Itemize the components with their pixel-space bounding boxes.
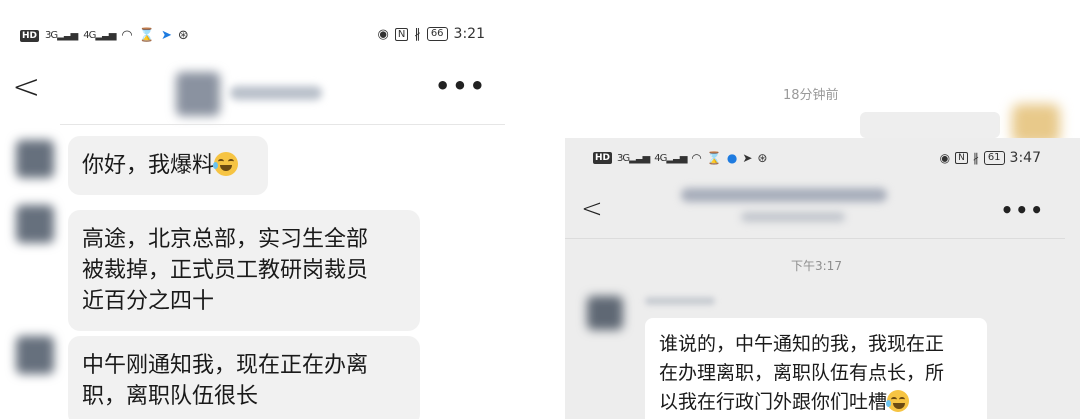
location-icon: ➤ bbox=[742, 151, 753, 165]
message-text-line: 以我在行政门外跟你们吐槽 bbox=[659, 391, 888, 413]
sender-avatar bbox=[16, 140, 54, 178]
hand-icon: ⊛ bbox=[177, 28, 189, 43]
eye-icon: ◉ bbox=[377, 26, 389, 42]
contact-avatar[interactable] bbox=[176, 72, 220, 116]
wifi-icon: ◠ bbox=[121, 28, 133, 43]
sender-avatar bbox=[587, 296, 623, 330]
app-notification-icon: ● bbox=[726, 151, 738, 165]
nfc-icon: N bbox=[394, 27, 409, 41]
location-icon: ➤ bbox=[160, 28, 172, 43]
status-bar: HD 3G▂▃▅ 4G▂▃▅ ◠ ⌛ ➤ ⊛ ◉ N ∦ 66 3:21 bbox=[0, 22, 505, 52]
outgoing-message-bubble-blurred[interactable] bbox=[860, 112, 1000, 138]
back-button[interactable]: < bbox=[12, 70, 41, 104]
sender-avatar bbox=[16, 336, 54, 374]
signal-4g-icon: 4G▂▃▅ bbox=[654, 152, 687, 164]
message-text-line: 谁说的，中午通知的我，我现在正 bbox=[659, 333, 945, 355]
chat-header: < ••• bbox=[0, 62, 505, 120]
signal-3g-icon: 3G▂▃▅ bbox=[45, 30, 78, 41]
battery-indicator: 66 bbox=[426, 27, 448, 41]
signal-3g-icon: 3G▂▃▅ bbox=[617, 152, 650, 164]
hourglass-icon: ⌛ bbox=[706, 151, 722, 165]
message-timestamp: 18分钟前 bbox=[783, 88, 839, 103]
sender-name-blurred bbox=[645, 297, 715, 305]
message-text-line: 中午刚通知我，现在正在办离 bbox=[82, 353, 369, 378]
signal-4g-icon: 4G▂▃▅ bbox=[83, 30, 116, 41]
nfc-icon: N bbox=[955, 152, 968, 164]
header-divider bbox=[60, 124, 505, 125]
back-button[interactable]: < bbox=[581, 194, 603, 224]
header-divider bbox=[565, 238, 1065, 239]
message-timestamp: 下午3:17 bbox=[791, 259, 842, 273]
eye-icon: ◉ bbox=[939, 151, 951, 165]
more-options-button[interactable]: ••• bbox=[1001, 198, 1045, 222]
message-text-line: 职，离职队伍很长 bbox=[82, 384, 259, 409]
hd-icon: HD bbox=[593, 152, 613, 164]
embedded-screenshot-image[interactable]: HD 3G▂▃▅ 4G▂▃▅ ◠ ⌛ ● ➤ ⊛ ◉ N ∦ 61 3:47 <… bbox=[565, 138, 1080, 419]
message-text: 你好，我爆料 bbox=[82, 153, 215, 178]
hand-icon: ⊛ bbox=[757, 151, 768, 165]
message-text-line: 高途，北京总部，实习生全部 bbox=[82, 227, 369, 252]
hourglass-icon: ⌛ bbox=[138, 28, 155, 43]
group-name-blurred bbox=[681, 188, 887, 202]
hd-icon: HD bbox=[20, 29, 40, 42]
message-bubble[interactable]: 高途，北京总部，实习生全部 被裁掉，正式员工教研岗裁员 近百分之四十 bbox=[68, 210, 420, 331]
status-time: 3:21 bbox=[453, 26, 485, 42]
laughing-tears-emoji-icon bbox=[213, 152, 239, 176]
message-bubble[interactable]: 谁说的，中午通知的我，我现在正 在办理离职，离职队伍有点长，所 以我在行政门外跟… bbox=[645, 318, 987, 419]
contact-name-blurred bbox=[230, 86, 322, 100]
status-time: 3:47 bbox=[1009, 150, 1041, 166]
chat-header: < ••• bbox=[565, 180, 1065, 240]
right-chat-screenshot: 18分钟前 HD 3G▂▃▅ 4G▂▃▅ ◠ ⌛ ● ➤ ⊛ ◉ N ∦ 61 … bbox=[565, 0, 1080, 419]
status-bar: HD 3G▂▃▅ 4G▂▃▅ ◠ ⌛ ● ➤ ⊛ ◉ N ∦ 61 3:47 bbox=[565, 148, 1065, 172]
vibrate-icon: ∦ bbox=[972, 151, 979, 165]
message-text-line: 被裁掉，正式员工教研岗裁员 bbox=[82, 258, 369, 283]
message-text-line: 近百分之四十 bbox=[82, 289, 215, 314]
message-bubble[interactable]: 中午刚通知我，现在正在办离 职，离职队伍很长 bbox=[68, 336, 420, 419]
laughing-tears-emoji-icon bbox=[886, 390, 910, 412]
sender-avatar bbox=[16, 205, 54, 243]
vibrate-icon: ∦ bbox=[414, 26, 421, 42]
battery-indicator: 61 bbox=[983, 151, 1005, 165]
message-bubble[interactable]: 你好，我爆料 bbox=[68, 136, 268, 195]
left-chat-screenshot: HD 3G▂▃▅ 4G▂▃▅ ◠ ⌛ ➤ ⊛ ◉ N ∦ 66 3:21 < •… bbox=[0, 0, 505, 419]
group-subtitle-blurred bbox=[741, 212, 845, 222]
message-text-line: 在办理离职，离职队伍有点长，所 bbox=[659, 362, 945, 384]
more-options-button[interactable]: ••• bbox=[435, 72, 487, 100]
wifi-icon: ◠ bbox=[691, 151, 702, 165]
